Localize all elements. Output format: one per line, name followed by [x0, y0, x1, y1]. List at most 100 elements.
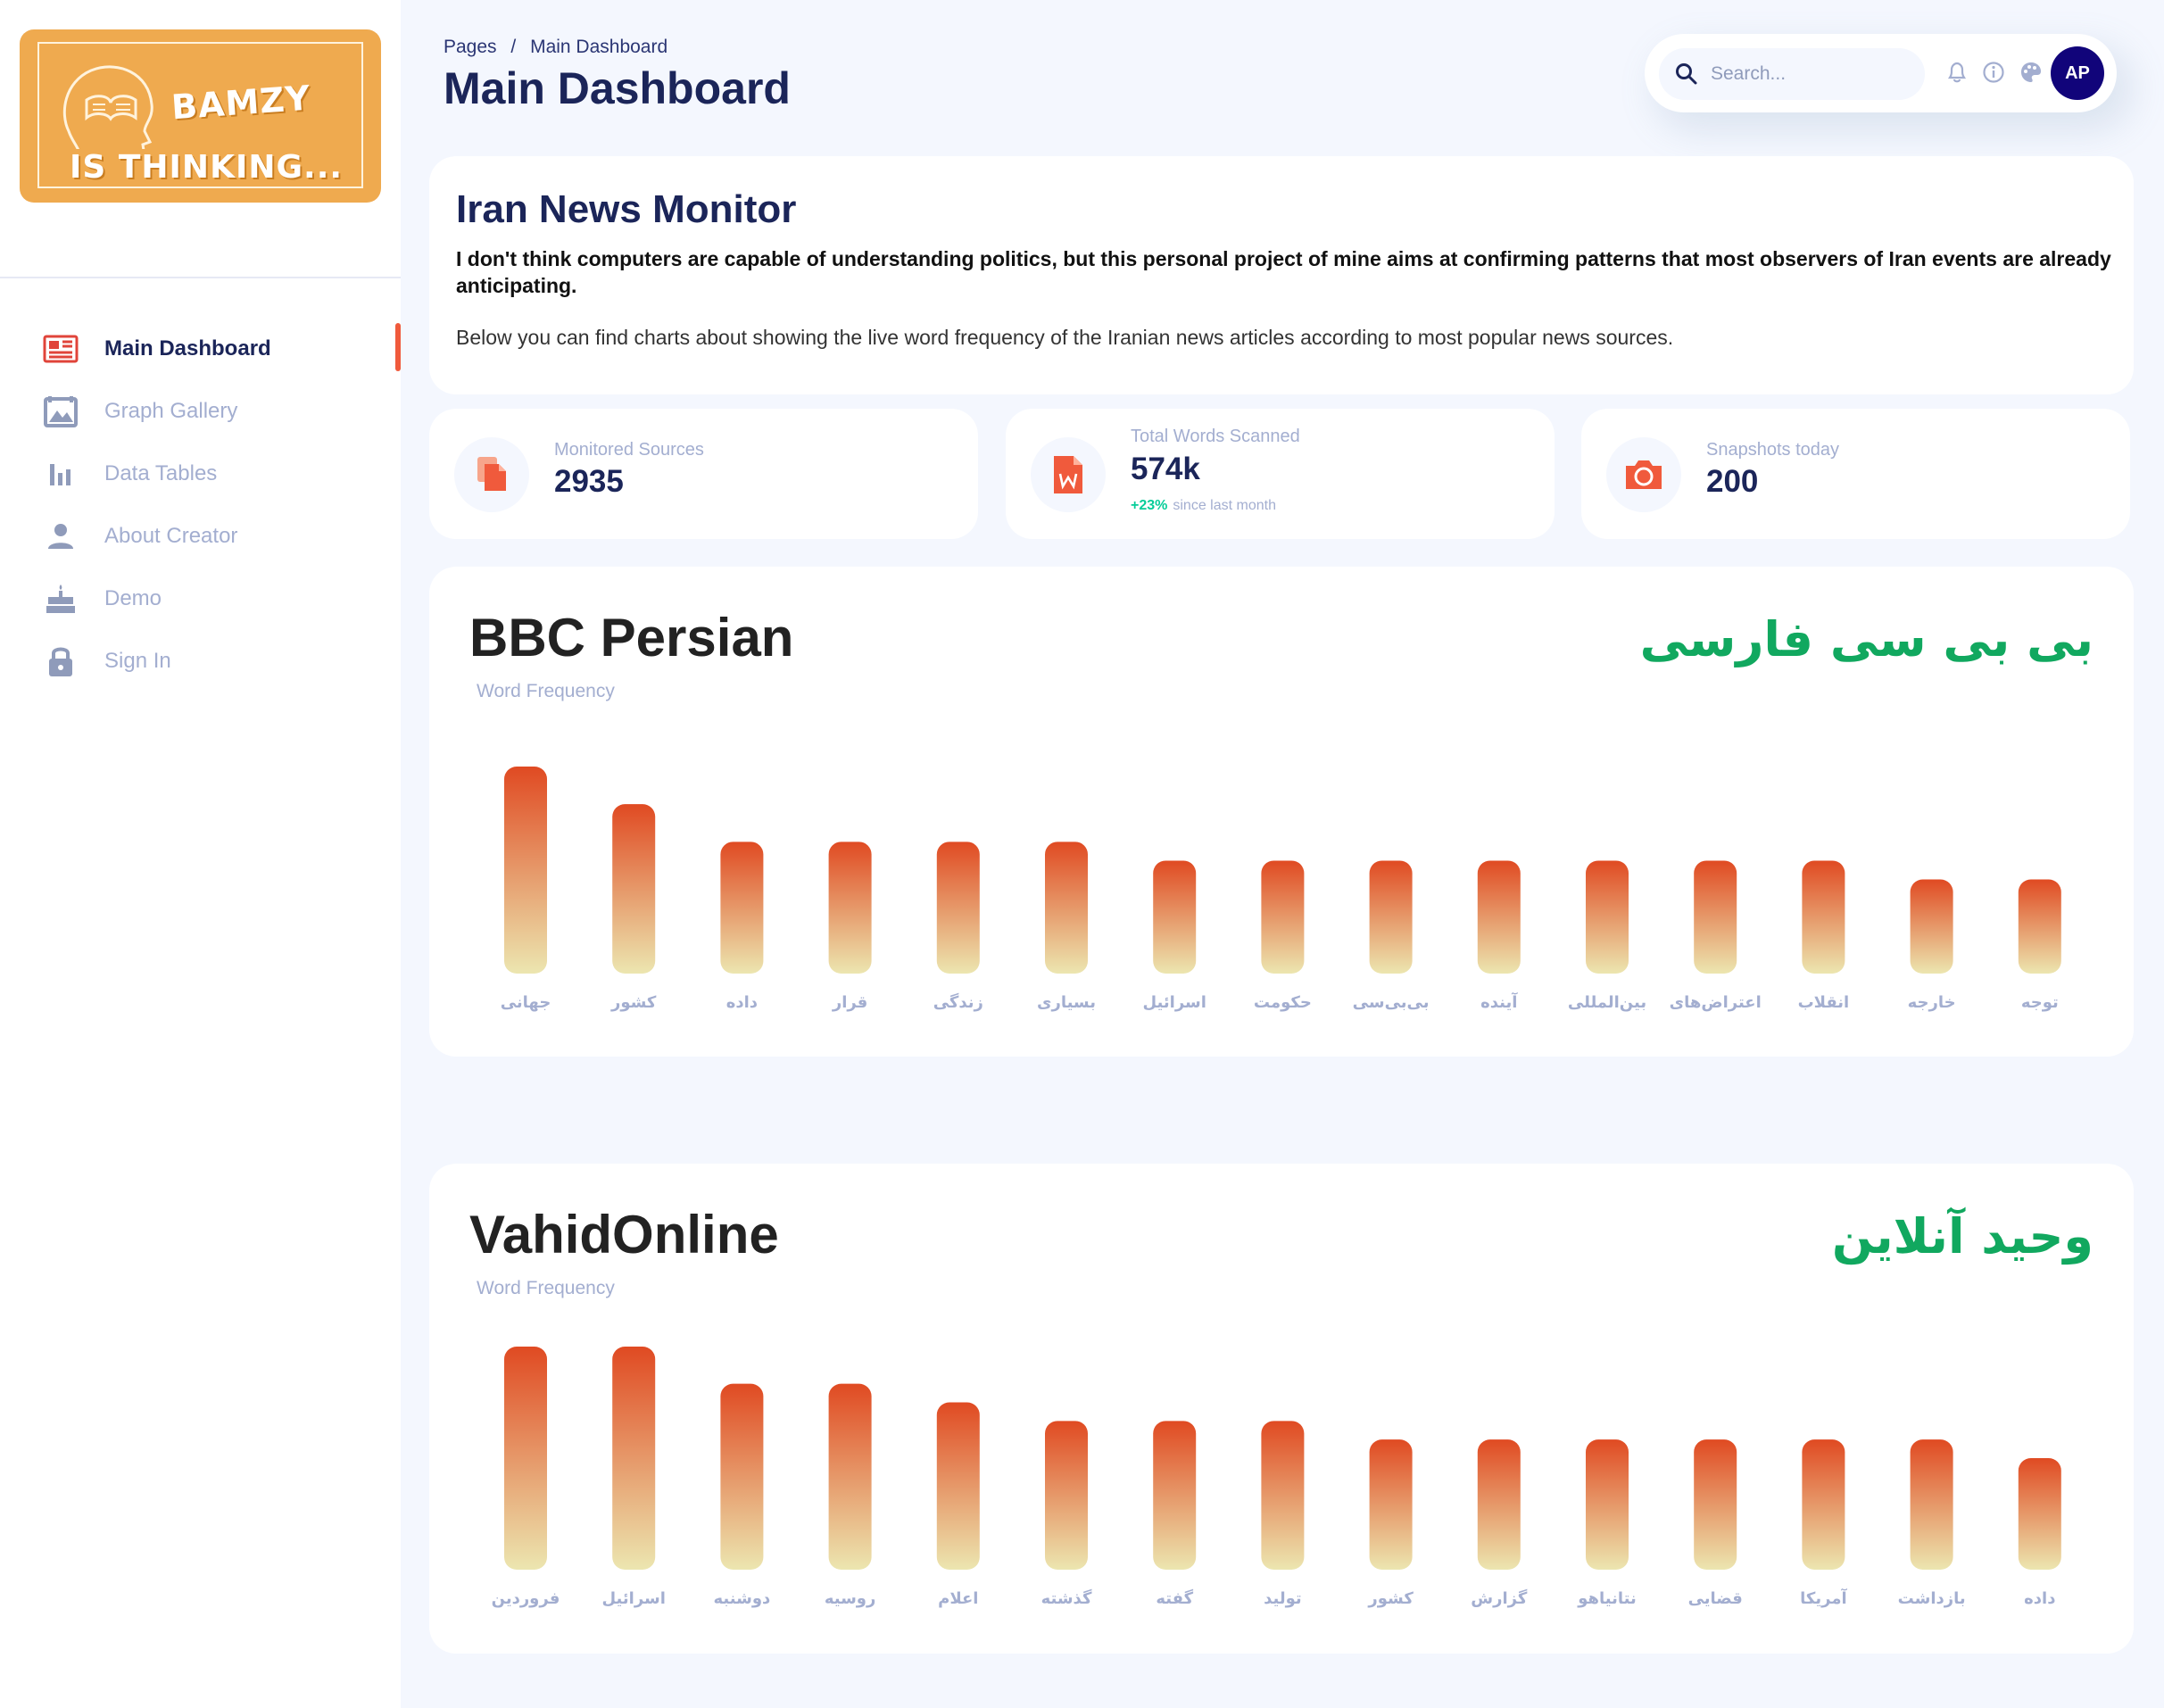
brand-logo[interactable]: BAMZY IS THINKING...: [20, 29, 381, 203]
stat-card-total-words: Total Words Scanned 574k +23% since last …: [1006, 409, 1555, 539]
breadcrumb-separator: /: [510, 37, 517, 57]
sidebar-item-main-dashboard[interactable]: Main Dashboard: [0, 318, 401, 380]
chart-bar[interactable]: [504, 1347, 547, 1570]
document-icon: [454, 437, 529, 512]
chart-bar[interactable]: [936, 1402, 980, 1571]
info-icon[interactable]: [1982, 61, 2005, 84]
sidebar-item-label: Data Tables: [104, 461, 218, 485]
x-tick-label: داده: [726, 993, 758, 1012]
x-tick-label: داده: [2024, 1589, 2055, 1608]
stat-card-snapshots: Snapshots today 200: [1581, 409, 2130, 539]
sidebar-item-sign-in[interactable]: Sign In: [0, 630, 401, 692]
stat-value: 200: [1706, 464, 1759, 499]
growth-text: since last month: [1173, 498, 1276, 513]
x-tick-label: کشور: [1367, 1589, 1414, 1608]
sidebar-item-graph-gallery[interactable]: Graph Gallery: [0, 380, 401, 443]
sidebar-item-label: Demo: [104, 586, 162, 610]
x-tick-label: گزارش: [1471, 1588, 1528, 1608]
bar-chart-icon: [43, 456, 79, 492]
intro-title: Iran News Monitor: [456, 187, 797, 231]
cake-icon: [43, 581, 79, 617]
avatar[interactable]: AP: [2051, 46, 2104, 100]
x-tick-label: حکومت: [1254, 993, 1312, 1012]
lock-icon: [43, 643, 79, 679]
chart-bar[interactable]: [1802, 860, 1845, 974]
x-tick-label: گذشته: [1041, 1588, 1092, 1608]
chart-bar[interactable]: [2018, 1458, 2061, 1570]
chart-bar[interactable]: [1369, 860, 1413, 974]
x-tick-label: اسرائیل: [601, 1589, 665, 1608]
chart-bar[interactable]: [720, 842, 764, 974]
intro-text: Below you can find charts about showing …: [456, 326, 1674, 349]
x-tick-label: روسیه: [825, 1589, 876, 1608]
sidebar-item-about-creator[interactable]: About Creator: [0, 505, 401, 568]
search-box: [1659, 48, 1925, 100]
bar-chart-bbc: جهانی کشور داده قرار زندگی بسیاری اسرائیل حکومت…: [501, 767, 2061, 1012]
chart-bar[interactable]: [1910, 879, 1953, 974]
x-tick-label: کشور: [610, 993, 657, 1012]
page-title: Main Dashboard: [444, 63, 791, 113]
breadcrumb-pages-link[interactable]: Pages: [444, 37, 497, 57]
chart-bar[interactable]: [1261, 860, 1305, 974]
sidebar-item-label: About Creator: [104, 524, 238, 548]
stat-label: Snapshots today: [1706, 440, 1839, 460]
person-icon: [43, 518, 79, 554]
chart-bar[interactable]: [612, 804, 656, 974]
chart-bar[interactable]: [1694, 1439, 1737, 1570]
chart-bar[interactable]: [2018, 879, 2061, 974]
chart-bar[interactable]: [1153, 1421, 1197, 1570]
search-input[interactable]: [1711, 48, 1916, 100]
sidebar-item-demo[interactable]: Demo: [0, 568, 401, 630]
chart-bar[interactable]: [1802, 1439, 1845, 1570]
chart-card-bbc-persian: BBC Persian بی بی سی فارسی Word Frequenc…: [429, 567, 2134, 1057]
chart-bar[interactable]: [1045, 1421, 1088, 1570]
chart-bar[interactable]: [936, 842, 980, 974]
word-file-icon: [1031, 437, 1106, 512]
intro-bold-text: I don't think computers are capable of u…: [456, 247, 2111, 297]
chart-bar[interactable]: [504, 767, 547, 974]
chart-bar[interactable]: [1153, 860, 1197, 974]
x-tick-label: اعتراض‌های: [1670, 993, 1762, 1012]
gallery-icon: [43, 394, 79, 429]
chart-bar[interactable]: [828, 1383, 872, 1570]
stat-card-monitored-sources: Monitored Sources 2935: [429, 409, 978, 539]
newspaper-icon: [43, 331, 79, 367]
chart-bar[interactable]: [1477, 1439, 1521, 1570]
chart-bar[interactable]: [1261, 1421, 1305, 1570]
breadcrumb-current[interactable]: Main Dashboard: [530, 37, 667, 57]
chart-bar[interactable]: [1477, 860, 1521, 974]
x-tick-label: تولید: [1264, 1589, 1302, 1608]
chart-bar[interactable]: [828, 842, 872, 974]
x-tick-label: انقلاب: [1798, 993, 1850, 1012]
x-tick-label: نتانیاهو: [1577, 1589, 1637, 1608]
chart-bar[interactable]: [1910, 1439, 1953, 1570]
x-tick-label: گفته: [1156, 1588, 1193, 1608]
x-tick-label: جهانی: [501, 993, 551, 1012]
x-tick-label: بی‌بی‌سی: [1353, 993, 1430, 1012]
x-tick-label: توجه: [2021, 993, 2059, 1012]
x-tick-label: دوشنبه: [714, 1589, 771, 1608]
chart-bar[interactable]: [612, 1347, 656, 1570]
bell-icon[interactable]: [1947, 61, 1967, 84]
x-tick-label: اسرائیل: [1142, 993, 1206, 1012]
chart-bar[interactable]: [1586, 860, 1629, 974]
sidebar-nav: Main Dashboard Graph Gallery Data Tables…: [0, 318, 401, 692]
chart-bar[interactable]: [1369, 1439, 1413, 1570]
sidebar-divider: [0, 277, 401, 278]
x-tick-label: قضایی: [1688, 1589, 1743, 1608]
chart-bar[interactable]: [1694, 860, 1737, 974]
sidebar-item-data-tables[interactable]: Data Tables: [0, 443, 401, 505]
palette-icon[interactable]: [2019, 61, 2043, 84]
chart-bar[interactable]: [720, 1383, 764, 1570]
bar-chart-vahidonline: فروردین اسرائیل دوشنبه روسیه اعلام گذشته گفته ت…: [492, 1347, 2061, 1608]
x-tick-label: بازداشت: [1898, 1589, 1966, 1608]
x-tick-label: بسیاری: [1037, 993, 1096, 1012]
stat-label: Total Words Scanned: [1131, 427, 1300, 446]
search-icon[interactable]: [1675, 62, 1698, 86]
logo-line-2: IS THINKING...: [64, 149, 349, 186]
top-navbar: AP: [1645, 34, 2117, 112]
chart-bar[interactable]: [1045, 842, 1088, 974]
sidebar-item-label: Sign In: [104, 649, 171, 673]
stat-label: Monitored Sources: [554, 440, 704, 460]
chart-bar[interactable]: [1586, 1439, 1629, 1570]
